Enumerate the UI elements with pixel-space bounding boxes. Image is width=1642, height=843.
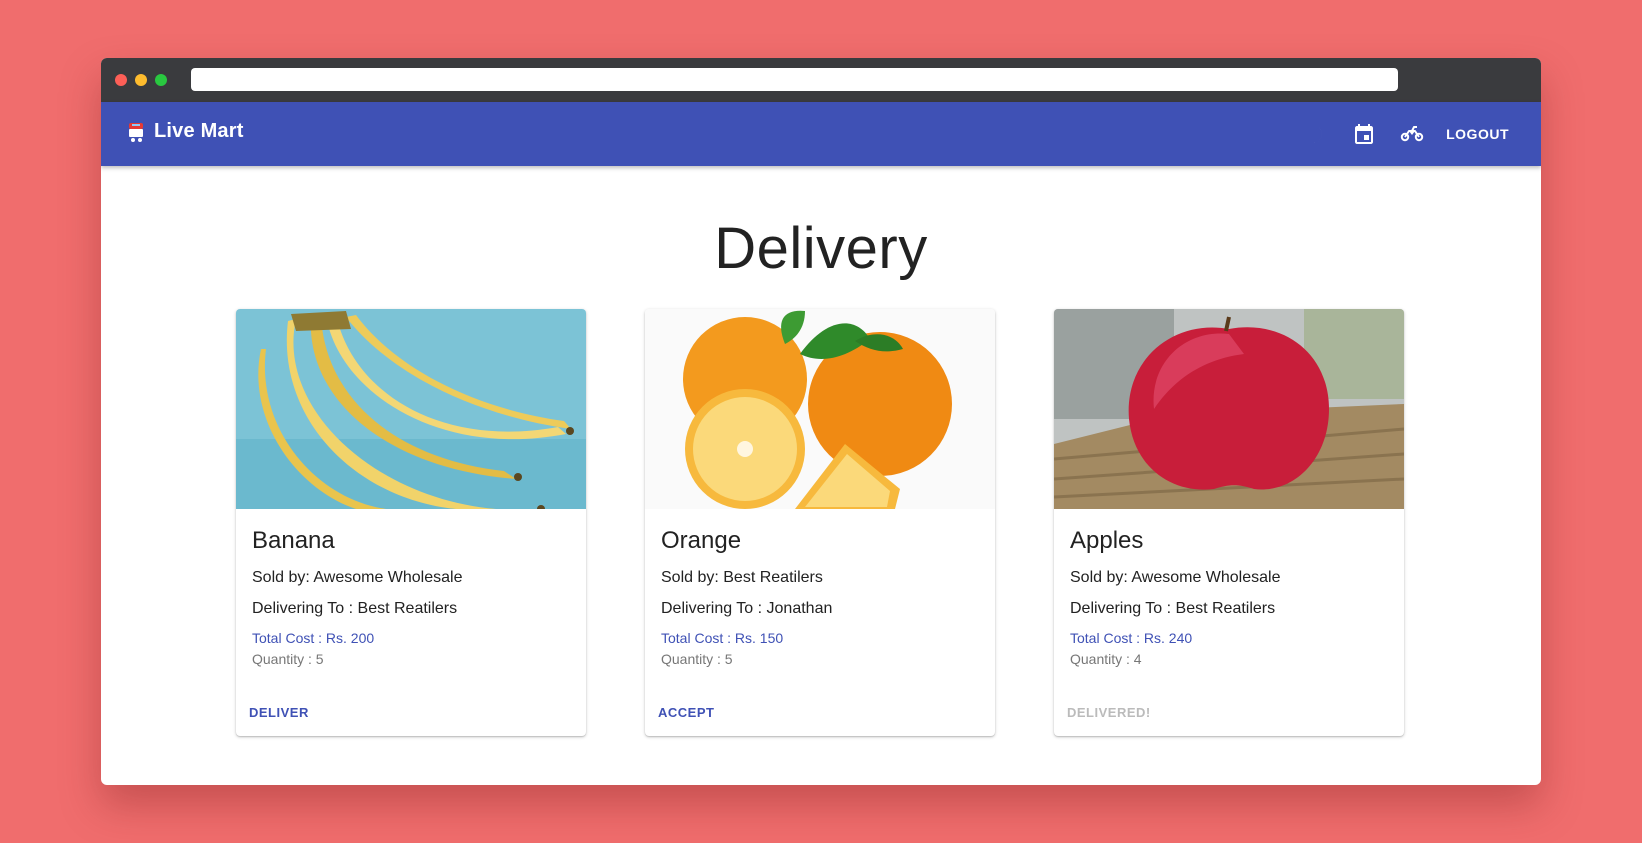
deliver-button[interactable]: DELIVER	[249, 705, 309, 720]
total-cost: Total Cost : Rs. 150	[661, 630, 784, 646]
app-bar-actions: LOGOUT	[1292, 102, 1511, 166]
minimize-window-button[interactable]	[135, 74, 147, 86]
calendar-button[interactable]	[1340, 110, 1388, 158]
apple-image	[1054, 309, 1404, 509]
quantity: Quantity : 4	[1070, 651, 1142, 667]
orange-image	[645, 309, 995, 509]
seller-text: Sold by: Awesome Wholesale	[1070, 569, 1281, 586]
seller-text: Sold by: Awesome Wholesale	[252, 569, 463, 586]
total-cost: Total Cost : Rs. 240	[1070, 630, 1193, 646]
delivery-card-banana: Banana Sold by: Awesome Wholesale Delive…	[236, 309, 586, 736]
seller-text: Sold by: Best Reatilers	[661, 569, 823, 586]
delivery-bike-button[interactable]	[1388, 110, 1436, 158]
total-cost: Total Cost : Rs. 200	[252, 630, 375, 646]
quantity: Quantity : 5	[252, 651, 324, 667]
logout-button[interactable]: LOGOUT	[1444, 118, 1511, 150]
page-title: Delivery	[714, 216, 928, 281]
delivered-button: DELIVERED!	[1067, 705, 1151, 720]
browser-chrome	[101, 58, 1541, 102]
banana-image	[236, 309, 586, 509]
cart-logo-icon	[129, 122, 143, 142]
address-bar[interactable]	[191, 68, 1398, 91]
recipient-text: Delivering To : Best Reatilers	[1070, 600, 1276, 617]
product-name: Apples	[1070, 527, 1144, 554]
brand[interactable]: Live Mart	[127, 120, 244, 143]
close-window-button[interactable]	[115, 74, 127, 86]
calendar-icon	[1355, 124, 1374, 144]
quantity: Quantity : 5	[661, 651, 733, 667]
recipient-text: Delivering To : Best Reatilers	[252, 600, 458, 617]
delivery-card-list: Banana Sold by: Awesome Wholesale Delive…	[236, 309, 1404, 736]
product-name: Banana	[252, 527, 335, 554]
delivery-card-orange: Orange Sold by: Best Reatilers Deliverin…	[645, 309, 995, 736]
motorbike-icon	[1400, 126, 1424, 142]
delivery-card-apples: Apples Sold by: Awesome Wholesale Delive…	[1054, 309, 1404, 736]
theme-toggle-button[interactable]	[1292, 110, 1340, 158]
moon-icon	[1313, 125, 1323, 143]
product-name: Orange	[661, 527, 742, 554]
maximize-window-button[interactable]	[155, 74, 167, 86]
browser-window: Live Mart LOGOUT Delivery Banana Sold by…	[101, 58, 1541, 785]
accept-button[interactable]: ACCEPT	[658, 705, 714, 720]
app-bar: Live Mart LOGOUT	[101, 102, 1541, 166]
recipient-text: Delivering To : Jonathan	[661, 600, 833, 617]
app-title: Live Mart	[154, 120, 244, 142]
